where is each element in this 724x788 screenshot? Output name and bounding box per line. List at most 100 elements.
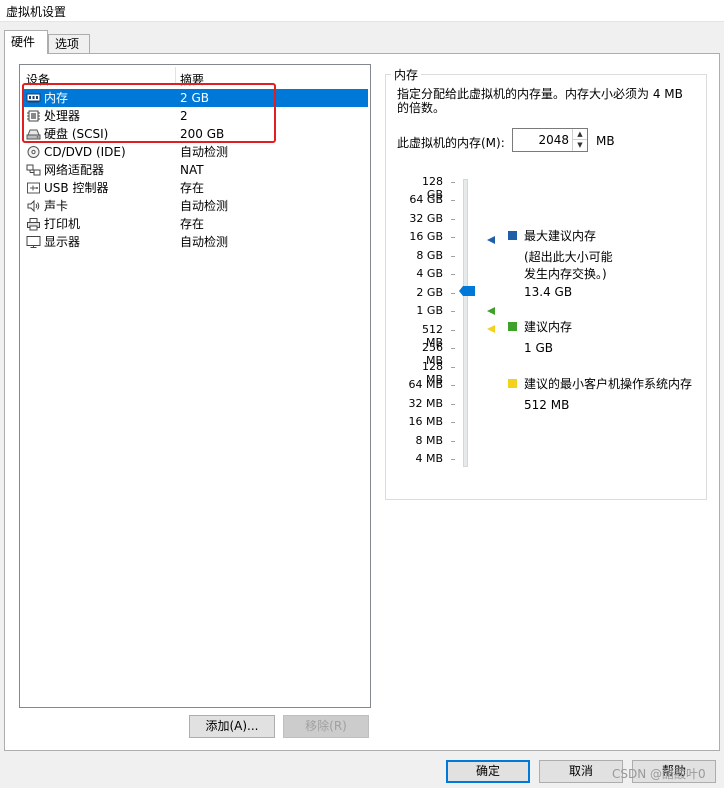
- memory-scale-label: 64 MB: [408, 378, 443, 391]
- device-name: USB 控制器: [44, 181, 109, 195]
- scale-tick: [451, 256, 455, 257]
- device-row-display[interactable]: 显示器 自动检测: [22, 233, 368, 251]
- min-guest-swatch: [508, 379, 517, 388]
- min-guest-value: 512 MB: [524, 398, 570, 412]
- printer-icon: [27, 218, 40, 231]
- recommended-title: 建议内存: [524, 320, 573, 334]
- device-summary: 200 GB: [180, 127, 225, 141]
- scale-tick: [451, 200, 455, 201]
- scale-tick: [451, 293, 455, 294]
- scale-tick: [451, 219, 455, 220]
- memory-scale-label: 1 GB: [416, 304, 443, 317]
- recommended-value: 1 GB: [524, 341, 553, 355]
- max-recommended-title: 最大建议内存: [524, 229, 597, 243]
- scale-tick: [451, 367, 455, 368]
- device-row-printer[interactable]: 打印机 存在: [22, 215, 368, 233]
- device-list-header: 设备 摘要: [20, 65, 370, 88]
- scale-tick: [451, 182, 455, 183]
- max-recommended-marker: [487, 236, 495, 244]
- ok-button[interactable]: 确定: [446, 760, 530, 783]
- memory-scale-label: 32 MB: [408, 397, 443, 410]
- device-name: 显示器: [44, 235, 81, 249]
- device-row-usb-controller[interactable]: USB 控制器 存在: [22, 179, 368, 197]
- tab-hardware[interactable]: 硬件: [4, 30, 48, 54]
- memory-scale-label: 16 GB: [409, 230, 443, 243]
- device-name: 声卡: [44, 199, 69, 213]
- device-row-processor[interactable]: 处理器 2: [22, 107, 368, 125]
- scale-tick: [451, 404, 455, 405]
- device-row-cd-dvd[interactable]: CD/DVD (IDE) 自动检测: [22, 143, 368, 161]
- max-recommended-note: (超出此大小可能 发生内存交换。): [524, 250, 613, 281]
- remove-device-button[interactable]: 移除(R): [283, 715, 369, 738]
- device-list[interactable]: 设备 摘要 内存 2 GB 处理器 2 硬盘 (SCSI) 200 GB CD/…: [19, 64, 371, 708]
- usb-icon: [27, 182, 40, 194]
- device-name: CD/DVD (IDE): [44, 145, 126, 159]
- window-titlebar: 虚拟机设置: [0, 0, 724, 22]
- device-name: 网络适配器: [44, 163, 105, 177]
- memory-field-label: 此虚拟机的内存(M):: [397, 136, 505, 150]
- stepper-up-icon[interactable]: ▲: [573, 129, 587, 140]
- cancel-button[interactable]: 取消: [539, 760, 623, 783]
- memory-size-stepper[interactable]: ▲ ▼: [512, 128, 588, 152]
- memory-scale-label: 32 GB: [409, 212, 443, 225]
- device-summary: 2: [180, 109, 188, 123]
- monitor-icon: [26, 236, 41, 248]
- memory-scale-label: 8 GB: [416, 249, 443, 262]
- scale-tick: [451, 459, 455, 460]
- device-name: 内存: [44, 91, 69, 105]
- device-row-memory[interactable]: 内存 2 GB: [22, 89, 368, 107]
- add-device-button[interactable]: 添加(A)...: [189, 715, 275, 738]
- column-header-device[interactable]: 设备: [26, 71, 50, 88]
- tab-options[interactable]: 选项: [48, 34, 90, 54]
- device-row-sound-card[interactable]: 声卡 自动检测: [22, 197, 368, 215]
- memory-scale-label: 16 MB: [408, 415, 443, 428]
- device-summary: 自动检测: [180, 145, 229, 159]
- cd-dvd-icon: [27, 146, 40, 158]
- min-guest-title: 建议的最小客户机操作系统内存: [524, 377, 693, 391]
- device-summary: 自动检测: [180, 199, 229, 213]
- memory-scale-label: 8 MB: [415, 434, 443, 447]
- harddisk-icon: [26, 129, 41, 140]
- recommended-marker: [487, 307, 495, 315]
- device-summary: NAT: [180, 163, 204, 177]
- memory-description: 指定分配给此虚拟机的内存量。内存大小必须为 4 MB 的倍数。: [397, 87, 683, 115]
- memory-scale-label: 4 GB: [416, 267, 443, 280]
- memory-slider-track[interactable]: [463, 179, 468, 467]
- column-header-summary[interactable]: 摘要: [180, 71, 204, 88]
- memory-icon: [26, 93, 41, 103]
- stepper-arrows: ▲ ▼: [572, 129, 587, 151]
- memory-scale-label: 64 GB: [409, 193, 443, 206]
- max-recommended-value: 13.4 GB: [524, 285, 573, 299]
- window-title: 虚拟机设置: [6, 5, 67, 19]
- watermark-text: CSDN @醋酸叶0: [612, 767, 706, 781]
- memory-scale-label: 4 MB: [415, 452, 443, 465]
- memory-scale-label: 2 GB: [416, 286, 443, 299]
- stepper-down-icon[interactable]: ▼: [573, 140, 587, 151]
- scale-tick: [451, 422, 455, 423]
- device-summary: 存在: [180, 217, 205, 231]
- device-summary: 2 GB: [180, 91, 209, 105]
- device-row-network-adapter[interactable]: 网络适配器 NAT: [22, 161, 368, 179]
- scale-tick: [451, 330, 455, 331]
- scale-tick: [451, 311, 455, 312]
- recommended-swatch: [508, 322, 517, 331]
- device-summary: 自动检测: [180, 235, 229, 249]
- device-row-harddisk[interactable]: 硬盘 (SCSI) 200 GB: [22, 125, 368, 143]
- memory-size-input[interactable]: [513, 129, 573, 151]
- network-adapter-icon: [26, 164, 41, 176]
- device-name: 处理器: [44, 109, 81, 123]
- memory-group-title: 内存: [391, 66, 422, 83]
- scale-tick: [451, 385, 455, 386]
- memory-slider-thumb[interactable]: [459, 286, 475, 296]
- scale-tick: [451, 348, 455, 349]
- cpu-icon: [27, 110, 40, 122]
- device-summary: 存在: [180, 181, 205, 195]
- device-name: 硬盘 (SCSI): [44, 127, 109, 141]
- memory-unit-label: MB: [596, 134, 615, 148]
- column-separator[interactable]: [175, 67, 176, 85]
- scale-tick: [451, 274, 455, 275]
- min-guest-marker: [487, 325, 495, 333]
- scale-tick: [451, 237, 455, 238]
- sound-card-icon: [27, 199, 40, 213]
- scale-tick: [451, 441, 455, 442]
